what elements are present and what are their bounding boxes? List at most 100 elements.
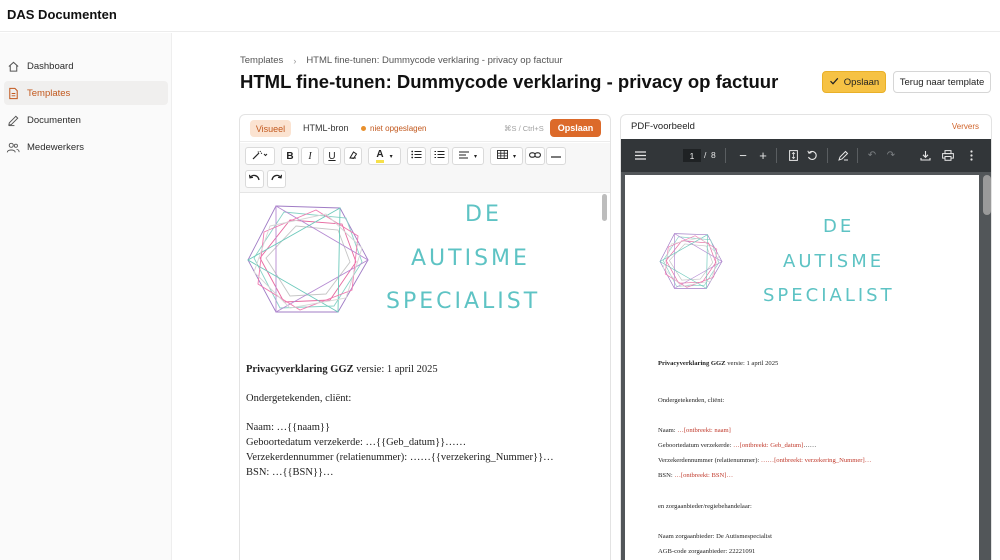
horizontal-rule-icon — [551, 151, 561, 162]
refresh-button[interactable]: Ververs — [952, 122, 979, 131]
sidebar-item-templates[interactable]: Templates — [4, 81, 168, 105]
sidebar-item-label: Templates — [27, 87, 71, 99]
file-icon — [6, 86, 20, 100]
bold-button[interactable]: B — [281, 147, 299, 165]
toolbar-divider — [725, 148, 726, 163]
breadcrumb-current: HTML fine-tunen: Dummycode verklaring - … — [306, 55, 563, 66]
editor-header: Visueel HTML-bron niet opgeslagen ⌘S / C… — [240, 115, 610, 142]
chevron-right-icon: › — [293, 55, 297, 66]
pdf-heading: Privacyverklaring GGZ versie: 1 april 20… — [658, 360, 778, 367]
editor-save-button[interactable]: Opslaan — [550, 119, 601, 137]
sidebar-item-medewerkers[interactable]: Medewerkers — [4, 135, 168, 159]
pdf-scrollbar[interactable] — [983, 175, 991, 215]
app-title: DAS Documenten — [7, 7, 117, 22]
pdf-name-label: Naam: — [658, 427, 678, 434]
rotate-icon[interactable] — [805, 148, 819, 162]
sidebar: Dashboard Templates Documenten Medewerke… — [0, 33, 172, 560]
tab-visual[interactable]: Visueel — [250, 120, 291, 137]
align-left-icon — [458, 151, 469, 162]
sidebar-item-documenten[interactable]: Documenten — [4, 108, 168, 132]
pdf-bsn-label: BSN: — [658, 472, 675, 479]
table-button[interactable]: ▾ — [490, 147, 523, 165]
save-button-label: Opslaan — [843, 76, 880, 88]
chevron-down-icon: ▾ — [512, 153, 516, 160]
users-icon — [6, 140, 20, 154]
fit-page-icon[interactable] — [786, 148, 800, 162]
pdf-heading-bold: Privacyverklaring GGZ — [658, 360, 726, 367]
editor-scrollbar[interactable] — [602, 194, 607, 221]
italic-icon: I — [308, 150, 312, 162]
sidebar-item-label: Medewerkers — [27, 141, 85, 153]
undo-button[interactable] — [245, 170, 264, 188]
link-button[interactable] — [525, 147, 545, 165]
editor-insured-line: Verzekerdennummer (relatienummer): ……{{v… — [246, 452, 554, 463]
preview-panel: PDF-voorbeeld Ververs 1 / 8 − + ↶ ↷ DE A… — [620, 114, 992, 560]
sidebar-item-dashboard[interactable]: Dashboard — [4, 54, 168, 78]
bullet-list-icon — [411, 150, 422, 162]
horizontal-rule-button[interactable] — [546, 147, 566, 165]
pdf-viewer[interactable]: DE AUTISME SPECIALIST Privacyverklaring … — [621, 172, 991, 560]
redo-button[interactable] — [267, 170, 286, 188]
menu-icon[interactable] — [633, 148, 647, 162]
redo-icon[interactable]: ↷ — [884, 148, 898, 162]
pdf-insured-label: Verzekerdennummer (relatienummer): — [658, 457, 761, 464]
logo-text-autisme: AUTISME — [783, 251, 885, 272]
page-separator: / — [704, 150, 707, 160]
sidebar-item-label: Dashboard — [27, 60, 74, 72]
print-icon[interactable] — [941, 148, 955, 162]
pdf-bsn-missing: …[ontbreekt: BSN]… — [674, 472, 734, 479]
save-button[interactable]: Opslaan — [822, 71, 886, 93]
zoom-out-icon[interactable]: − — [736, 148, 750, 163]
pdf-provider-intro: en zorgaanbieder/regiebehandelaar: — [658, 503, 752, 510]
unsaved-status: niet opgeslagen — [361, 124, 427, 133]
underline-icon: U — [328, 150, 336, 162]
zoom-in-icon[interactable]: + — [756, 148, 770, 163]
top-bar: DAS Documenten — [0, 0, 1000, 32]
edit-icon — [6, 113, 20, 127]
editor-name-line: Naam: …{{naam}} — [246, 422, 331, 433]
breadcrumb-templates-link[interactable]: Templates — [240, 55, 283, 66]
pdf-toolbar: 1 / 8 − + ↶ ↷ — [621, 139, 991, 172]
undo-icon[interactable]: ↶ — [865, 148, 879, 162]
save-shortcut-hint: ⌘S / Ctrl+S — [504, 124, 544, 133]
more-options-icon[interactable] — [964, 148, 978, 162]
italic-button[interactable]: I — [301, 147, 319, 165]
toolbar-divider — [827, 148, 828, 163]
pdf-provider-name: Naam zorgaanbieder: De Autismespecialist — [658, 533, 772, 540]
autisme-specialist-logo — [659, 233, 723, 289]
back-to-template-button[interactable]: Terug naar template — [893, 71, 991, 93]
annotate-icon[interactable] — [836, 148, 850, 162]
magic-format-button[interactable] — [245, 147, 275, 165]
logo-text-specialist: SPECIALIST — [386, 289, 541, 314]
pdf-dob-suffix: …… — [803, 442, 817, 449]
toolbar-divider — [857, 148, 858, 163]
link-icon — [529, 151, 541, 162]
download-icon[interactable] — [918, 148, 932, 162]
clear-format-button[interactable] — [344, 147, 362, 165]
align-button[interactable]: ▾ — [452, 147, 484, 165]
eraser-icon — [348, 150, 358, 163]
bold-icon: B — [286, 150, 294, 162]
tab-html-source[interactable]: HTML-bron — [303, 123, 349, 133]
editor-content[interactable]: DE AUTISME SPECIALIST Privacyverklaring … — [240, 194, 610, 560]
page-number-input[interactable]: 1 — [683, 149, 701, 162]
pdf-dob-label: Geboortedatum verzekerde: — [658, 442, 734, 449]
bullet-list-button[interactable] — [407, 147, 426, 165]
numbered-list-button[interactable] — [430, 147, 449, 165]
highlight-color-button[interactable]: A ▾ — [368, 147, 401, 165]
pdf-insured-line: Verzekerdennummer (relatienummer): ……[on… — [658, 457, 871, 464]
sidebar-item-label: Documenten — [27, 114, 81, 126]
pdf-dob-line: Geboortedatum verzekerde: …[ontbreekt: G… — [658, 442, 816, 449]
editor-heading: Privacyverklaring GGZ versie: 1 april 20… — [246, 364, 438, 375]
logo-text-de: DE — [823, 216, 855, 237]
pdf-heading-version: versie: 1 april 2025 — [725, 360, 779, 367]
underline-button[interactable]: U — [323, 147, 341, 165]
table-icon — [497, 150, 508, 162]
pdf-dob-missing: …[ontbreekt: Geb_datum] — [733, 442, 804, 449]
editor-dob-line: Geboortedatum verzekerde: …{{Geb_datum}}… — [246, 437, 467, 448]
page-total: 8 — [711, 150, 716, 160]
highlight-a-icon: A — [376, 149, 384, 163]
logo-text-de: DE — [465, 202, 502, 227]
editor-bsn-line: BSN: …{{BSN}}… — [246, 467, 334, 478]
editor-panel: Visueel HTML-bron niet opgeslagen ⌘S / C… — [239, 114, 611, 560]
